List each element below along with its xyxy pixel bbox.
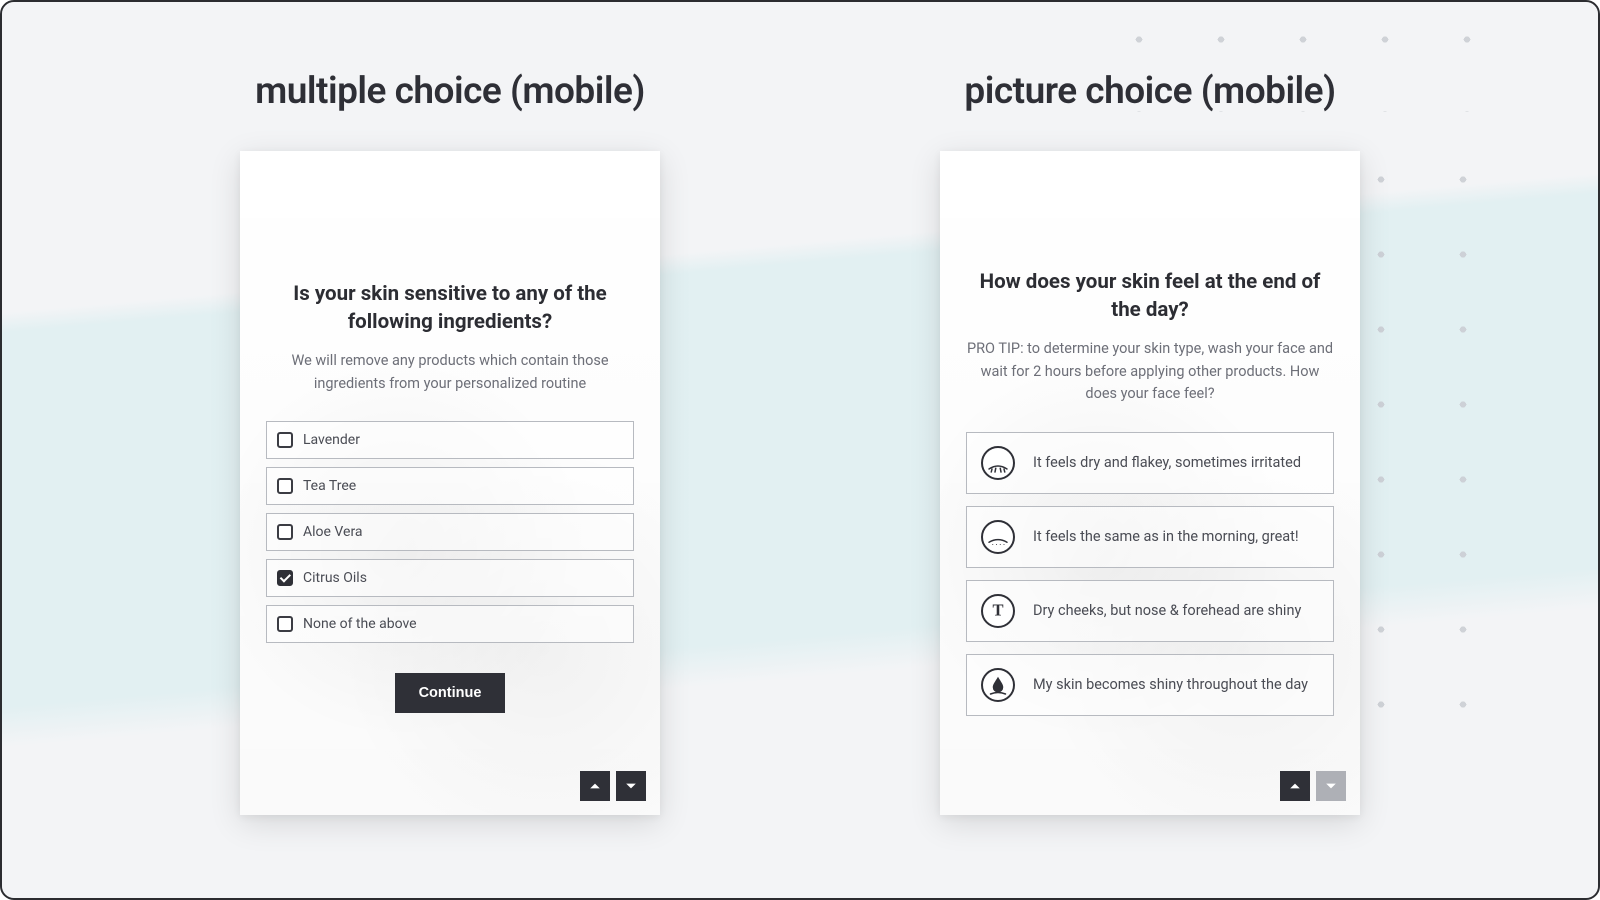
col-picture-choice: picture choice (mobile) How does your sk… [940,70,1360,898]
option-label: My skin becomes shiny throughout the day [1033,676,1308,693]
nav-down-button[interactable] [616,771,646,801]
nav-up-button[interactable] [1280,771,1310,801]
caret-up-icon [589,780,601,792]
phone-body-left: Is your skin sensitive to any of the fol… [240,151,660,815]
question-subtitle: PRO TIP: to determine your skin type, wa… [966,338,1334,405]
phone-frame-left: Is your skin sensitive to any of the fol… [240,151,660,815]
nav-up-button[interactable] [580,771,610,801]
heading-picture-choice: picture choice (mobile) [964,70,1335,113]
shiny-icon [983,670,1013,700]
question-title: Is your skin sensitive to any of the fol… [266,281,634,336]
dry-icon [983,448,1013,478]
svg-text:T: T [992,600,1003,619]
picture-choice-list: It feels dry and flakey, sometimes irrit… [966,432,1334,716]
nav-down-button-disabled[interactable] [1316,771,1346,801]
checkbox-icon [277,432,293,448]
checkbox-icon [277,478,293,494]
option-label: Dry cheeks, but nose & forehead are shin… [1033,602,1301,619]
heading-multiple-choice: multiple choice (mobile) [255,70,645,113]
caret-down-icon [625,780,637,792]
option-icon [981,446,1015,480]
option-label: Citrus Oils [303,570,367,586]
question-title: How does your skin feel at the end of th… [966,269,1334,324]
checkbox-option[interactable]: None of the above [266,605,634,643]
picture-option[interactable]: T Dry cheeks, but nose & forehead are shi… [966,580,1334,642]
tzone-icon: T [983,596,1013,626]
checkbox-option[interactable]: Aloe Vera [266,513,634,551]
picture-option[interactable]: It feels the same as in the morning, gre… [966,506,1334,568]
nav-controls-left [580,771,646,801]
phone-frame-right: How does your skin feel at the end of th… [940,151,1360,815]
option-icon [981,668,1015,702]
question-subtitle: We will remove any products which contai… [266,350,634,395]
option-label: It feels the same as in the morning, gre… [1033,528,1299,545]
checkbox-option[interactable]: Tea Tree [266,467,634,505]
option-label: Tea Tree [303,478,356,494]
option-icon [981,520,1015,554]
picture-option[interactable]: My skin becomes shiny throughout the day [966,654,1334,716]
same-icon [983,522,1013,552]
stage: multiple choice (mobile) Is your skin se… [0,0,1600,900]
col-multiple-choice: multiple choice (mobile) Is your skin se… [240,70,660,898]
checkbox-option[interactable]: Citrus Oils [266,559,634,597]
multiple-choice-list: Lavender Tea Tree Aloe Vera Citrus Oils None… [266,421,634,643]
checkbox-icon [277,524,293,540]
continue-button[interactable]: Continue [395,673,506,713]
option-icon: T [981,594,1015,628]
columns: multiple choice (mobile) Is your skin se… [2,2,1598,898]
checkbox-icon [277,616,293,632]
caret-down-icon [1325,780,1337,792]
checkbox-icon [277,570,293,586]
option-label: None of the above [303,616,417,632]
phone-body-right: How does your skin feel at the end of th… [940,151,1360,815]
nav-controls-right [1280,771,1346,801]
caret-up-icon [1289,780,1301,792]
option-label: Aloe Vera [303,524,363,540]
option-label: It feels dry and flakey, sometimes irrit… [1033,454,1301,471]
picture-option[interactable]: It feels dry and flakey, sometimes irrit… [966,432,1334,494]
checkbox-option[interactable]: Lavender [266,421,634,459]
option-label: Lavender [303,432,360,448]
